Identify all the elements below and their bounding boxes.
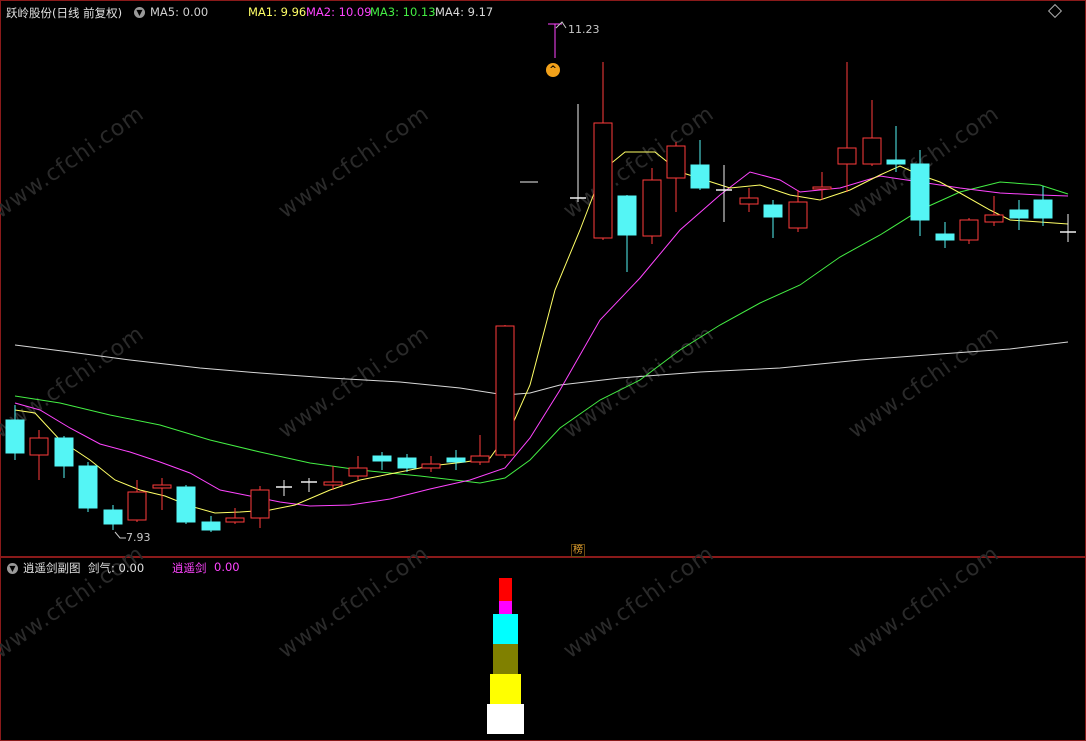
candle-body	[666, 145, 686, 179]
candle-body	[176, 486, 196, 523]
candle-body	[959, 219, 979, 241]
ma2-readout: MA2: 10.09	[306, 5, 372, 19]
candle-body	[54, 437, 74, 467]
candle-body	[763, 204, 783, 218]
ma3-readout: MA3: 10.13	[370, 5, 436, 19]
candle-body	[812, 186, 832, 190]
low-price-label: 7.93	[126, 531, 151, 544]
candle-body	[862, 137, 882, 165]
rank-badge[interactable]: 榜	[571, 544, 585, 557]
candle-body	[29, 437, 49, 456]
sub-bar-white	[487, 704, 524, 734]
candle-body	[348, 467, 368, 477]
ma4-readout: MA4: 9.17	[435, 5, 494, 19]
candle-body	[495, 325, 515, 456]
candle-body	[470, 455, 490, 463]
candle-body	[397, 457, 417, 469]
sub-bar-olive	[493, 644, 518, 674]
candle-body	[642, 179, 662, 237]
high-marker-arrow	[555, 21, 567, 29]
jianqi-readout: 剑气: 0.00	[88, 561, 145, 575]
candle-body	[78, 465, 98, 509]
low-marker-arrow	[114, 531, 126, 539]
candle-body	[1009, 209, 1029, 219]
ma3-line	[14, 181, 1069, 484]
candle-body	[127, 491, 147, 521]
sub-bar-cyan	[493, 614, 518, 644]
ma1-line	[14, 151, 1069, 514]
candle-body	[201, 521, 221, 531]
chevron-down-icon[interactable]: ▼	[7, 563, 18, 574]
candle-body	[250, 489, 270, 519]
sub-bar-yellow	[490, 674, 521, 704]
candle-body	[984, 214, 1004, 223]
up-arrow-icon[interactable]: ^	[546, 63, 560, 77]
high-price-label: 11.23	[568, 23, 600, 36]
sub-pane-title: 逍遥剑副图	[23, 561, 81, 575]
candle-body	[1033, 199, 1053, 219]
candle-body	[225, 517, 245, 523]
candle-body	[935, 233, 955, 241]
candle-body	[446, 457, 466, 463]
candle-body	[5, 419, 25, 454]
chevron-down-icon[interactable]: ▼	[134, 7, 145, 18]
ma2-line	[14, 171, 1069, 507]
ma1-readout: MA1: 9.96	[248, 5, 307, 19]
ma5-readout: MA5: 0.00	[150, 5, 209, 19]
stock-title: 跃岭股份(日线 前复权)	[6, 6, 123, 20]
candle-body	[421, 463, 441, 469]
xiaoyao-value: 0.00	[214, 560, 240, 574]
candle-body	[788, 201, 808, 229]
candle-body	[103, 509, 123, 525]
candles-group	[5, 62, 1076, 532]
candle-body	[152, 484, 172, 489]
candle-body	[323, 481, 343, 486]
sub-bar-red	[499, 578, 512, 601]
sub-bar-magenta	[499, 601, 512, 614]
candle-body	[372, 455, 392, 462]
candle-body	[886, 159, 906, 165]
candle-body	[739, 197, 759, 205]
candle-body	[617, 195, 637, 236]
candle-body	[837, 147, 857, 165]
candle-body	[910, 163, 930, 221]
candle-body	[593, 122, 613, 239]
kline-chart[interactable]	[0, 0, 1086, 741]
candle-body	[690, 164, 710, 189]
xiaoyao-label: 逍遥剑	[172, 561, 207, 575]
ma4-line	[14, 341, 1069, 396]
